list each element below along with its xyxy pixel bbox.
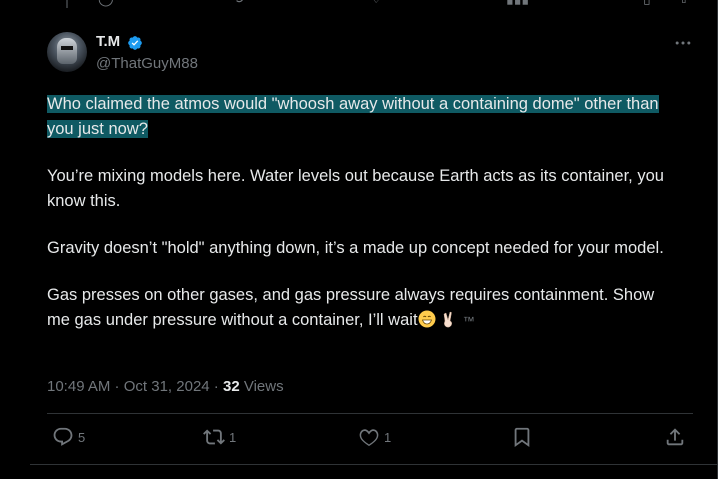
views-label: Views — [239, 378, 284, 395]
meta-separator: · — [110, 378, 124, 395]
reply-count: 5 — [78, 429, 86, 445]
more-options-icon[interactable] — [673, 33, 693, 53]
post-date[interactable]: Oct 31, 2024 — [124, 378, 210, 395]
share-icon — [666, 428, 684, 446]
bookmark-button[interactable] — [511, 426, 533, 448]
tweet-paragraph-last: Gas presses on other gases, and gas pres… — [47, 283, 677, 334]
views-icon[interactable]: ▮▮▮ — [506, 0, 529, 7]
like-icon[interactable]: ♡ — [370, 0, 383, 7]
tweet-paragraph: Gravity doesn’t "hold" anything down, it… — [47, 239, 664, 257]
tweet-metadata: 10:49 AM · Oct 31, 2024 · 32 Views — [47, 378, 284, 395]
repost-button[interactable]: 1 — [203, 426, 236, 448]
repost-icon — [203, 429, 225, 445]
divider — [30, 464, 718, 465]
victory-hand-icon — [443, 311, 453, 328]
highlighted-quote: Who claimed the atmos would "whoosh away… — [47, 95, 659, 138]
avatar[interactable] — [47, 32, 87, 72]
reply-button[interactable]: 5 — [52, 426, 85, 448]
post-time[interactable]: 10:49 AM — [47, 378, 110, 395]
meta-separator: · — [209, 378, 223, 395]
heart-icon — [359, 429, 379, 446]
bookmark-icon — [514, 427, 530, 448]
author-name[interactable]: T.M — [96, 33, 120, 50]
previous-tweet-actions: ◯ ⟲ ♡ ▮▮▮ ▯ ⇧ — [0, 0, 718, 6]
tweet-text: Who claimed the atmos would "whoosh away… — [47, 92, 677, 356]
verified-badge-icon — [128, 36, 142, 50]
divider — [47, 413, 693, 414]
repost-icon[interactable]: ⟲ — [232, 0, 244, 7]
grinning-face-icon — [418, 310, 436, 328]
tweet-paragraph-text: Gas presses on other gases, and gas pres… — [47, 286, 655, 329]
share-button[interactable] — [664, 426, 686, 448]
tweet-actions: 5 1 1 — [47, 426, 693, 450]
repost-count: 1 — [229, 429, 237, 445]
tweet-paragraph: You’re mixing models here. Water levels … — [47, 167, 664, 210]
trademark-symbol: ™ — [462, 314, 475, 328]
avatar-visor-shape — [61, 46, 73, 50]
author-handle[interactable]: @ThatGuyM88 — [96, 55, 198, 72]
reply-icon[interactable]: ◯ — [98, 0, 114, 7]
like-count: 1 — [384, 429, 392, 445]
reply-icon — [53, 427, 73, 446]
tweet-detail: ◯ ⟲ ♡ ▮▮▮ ▯ ⇧ T.M @ThatGuyM88 Who claime… — [0, 0, 718, 479]
share-icon[interactable]: ⇧ — [678, 0, 690, 7]
views-count: 32 — [222, 378, 240, 395]
like-button[interactable]: 1 — [358, 426, 391, 448]
avatar-helmet-shape — [57, 38, 77, 64]
bookmark-icon[interactable]: ▯ — [643, 0, 651, 7]
